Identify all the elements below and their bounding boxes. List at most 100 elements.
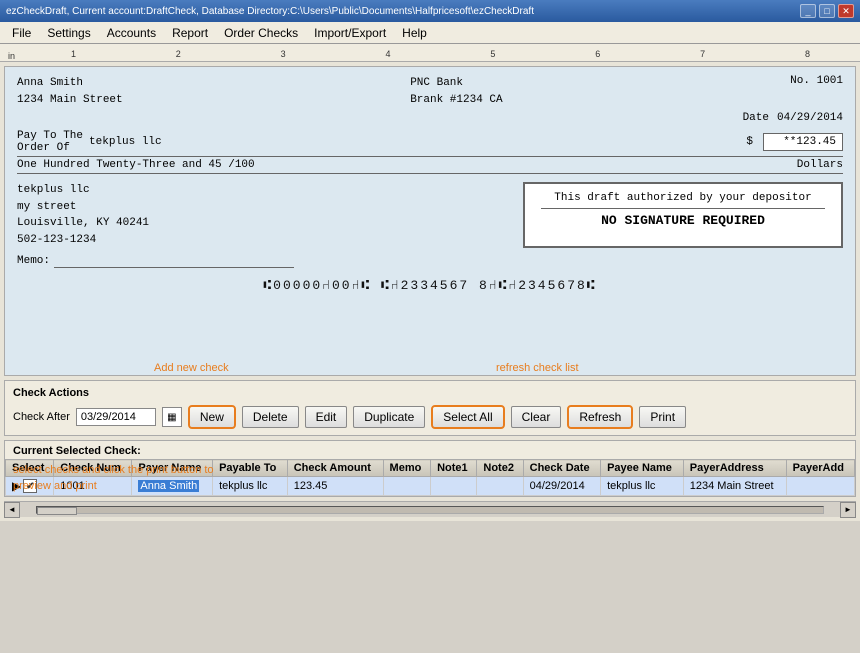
col-header-payee-name: Payee Name	[601, 460, 684, 477]
title-bar: ezCheckDraft, Current account:DraftCheck…	[0, 0, 860, 22]
ruler-mark-4: 4	[386, 49, 391, 59]
menu-accounts[interactable]: Accounts	[99, 24, 164, 42]
scrollbar-thumb[interactable]	[37, 507, 77, 515]
check-no-value: 1001	[817, 75, 843, 87]
date-label: Date	[743, 112, 769, 124]
horizontal-scrollbar[interactable]: ◄ ►	[4, 501, 856, 517]
row-check-amount: 123.45	[287, 477, 383, 496]
check-actions-wrapper: Add new check refresh check list Check A…	[4, 380, 856, 436]
memo-line	[54, 254, 294, 268]
ruler-mark-7: 7	[700, 49, 705, 59]
payee-name: tekplus llc	[89, 136, 740, 148]
menu-settings[interactable]: Settings	[39, 24, 98, 42]
check-after-label: Check After	[13, 411, 70, 423]
menu-bar: File Settings Accounts Report Order Chec…	[0, 22, 860, 44]
row-payer-add2	[786, 477, 854, 496]
check-middle-row: tekplus llc my street Louisville, KY 402…	[17, 182, 843, 248]
sender-name: Anna Smith	[17, 75, 123, 92]
bank-branch: Brank #1234 CA	[410, 92, 502, 109]
col-header-payer-add2: PayerAdd	[786, 460, 854, 477]
sender-address: 1234 Main Street	[17, 92, 123, 109]
check-bank: PNC Bank Brank #1234 CA	[410, 75, 502, 108]
nosig-line2: NO SIGNATURE REQUIRED	[541, 213, 825, 228]
calendar-button[interactable]: ▦	[162, 407, 182, 427]
ruler-mark-2: 2	[176, 49, 181, 59]
nosig-line1: This draft authorized by your depositor	[541, 192, 825, 204]
table-area: Current Selected Check: Select Check Num…	[4, 440, 856, 497]
ruler: in 1 2 3 4 5 6 7 8	[0, 44, 860, 62]
col-header-payable-to: Payable To	[213, 460, 288, 477]
minimize-button[interactable]: _	[800, 4, 816, 18]
payee-addr-city: Louisville, KY 40241	[17, 215, 149, 232]
row-note1	[431, 477, 477, 496]
clear-button[interactable]: Clear	[511, 406, 562, 428]
row-payer-address: 1234 Main Street	[683, 477, 786, 496]
bank-name: PNC Bank	[410, 75, 502, 92]
col-header-note2: Note2	[477, 460, 523, 477]
written-amount-text: One Hundred Twenty-Three and 45 /100	[17, 159, 255, 171]
window-title: ezCheckDraft, Current account:DraftCheck…	[6, 6, 534, 17]
check-preview: Anna Smith 1234 Main Street PNC Bank Bra…	[4, 66, 856, 376]
scroll-right-arrow[interactable]: ►	[840, 502, 856, 518]
row-payee-name: tekplus llc	[601, 477, 684, 496]
check-sender: Anna Smith 1234 Main Street	[17, 75, 123, 108]
check-actions-title: Check Actions	[13, 387, 847, 399]
col-header-check-amount: Check Amount	[287, 460, 383, 477]
scroll-left-arrow[interactable]: ◄	[4, 502, 20, 518]
close-button[interactable]: ✕	[838, 4, 854, 18]
ruler-unit-label: in	[8, 51, 15, 61]
col-header-payer-address: PayerAddress	[683, 460, 786, 477]
dollars-label: Dollars	[797, 159, 843, 171]
row-check-date: 04/29/2014	[523, 477, 600, 496]
no-label: No.	[790, 75, 810, 87]
no-signature-box: This draft authorized by your depositor …	[523, 182, 843, 248]
menu-file[interactable]: File	[4, 24, 39, 42]
check-actions: Check Actions Check After ▦ New Delete E…	[4, 380, 856, 436]
annotation-select-print: select checks and click the print button…	[13, 463, 214, 494]
check-number-section: No. 1001	[790, 75, 843, 108]
table-title: Current Selected Check:	[5, 441, 855, 459]
check-payto-row: Pay To TheOrder Of tekplus llc $ **123.4…	[17, 130, 843, 157]
new-button[interactable]: New	[188, 405, 236, 429]
ruler-mark-5: 5	[490, 49, 495, 59]
check-amount: **123.45	[763, 133, 843, 151]
check-after-input[interactable]	[76, 408, 156, 426]
row-payable-to: tekplus llc	[213, 477, 288, 496]
select-all-button[interactable]: Select All	[431, 405, 504, 429]
scrollbar-track[interactable]	[36, 506, 824, 514]
col-header-note1: Note1	[431, 460, 477, 477]
delete-button[interactable]: Delete	[242, 406, 299, 428]
memo-label: Memo:	[17, 255, 50, 267]
check-memo-row: Memo:	[17, 254, 843, 268]
maximize-button[interactable]: □	[819, 4, 835, 18]
menu-import-export[interactable]: Import/Export	[306, 24, 394, 42]
check-written-amount: One Hundred Twenty-Three and 45 /100 Dol…	[17, 159, 843, 174]
actions-row: Check After ▦ New Delete Edit Duplicate …	[13, 405, 847, 429]
check-date-row: Date 04/29/2014	[17, 112, 843, 124]
edit-button[interactable]: Edit	[305, 406, 348, 428]
main-area: Anna Smith 1234 Main Street PNC Bank Bra…	[0, 62, 860, 521]
menu-help[interactable]: Help	[394, 24, 435, 42]
print-button[interactable]: Print	[639, 406, 686, 428]
col-header-memo: Memo	[383, 460, 431, 477]
ruler-mark-6: 6	[595, 49, 600, 59]
check-date-value: 04/29/2014	[777, 112, 843, 124]
ruler-mark-8: 8	[805, 49, 810, 59]
payee-addr-street: my street	[17, 199, 149, 216]
row-memo	[383, 477, 431, 496]
payto-label: Pay To TheOrder Of	[17, 130, 83, 154]
menu-order-checks[interactable]: Order Checks	[216, 24, 306, 42]
payee-addr-name: tekplus llc	[17, 182, 149, 199]
menu-report[interactable]: Report	[164, 24, 216, 42]
check-micr: ⑆00000⑁00⑁⑆ ⑆⑁2334567 8⑁⑆⑁2345678⑆	[17, 278, 843, 293]
dollar-sign: $	[746, 136, 753, 148]
payee-addr-phone: 502-123-1234	[17, 232, 149, 249]
col-header-check-date: Check Date	[523, 460, 600, 477]
window-controls: _ □ ✕	[800, 4, 854, 18]
payee-address: tekplus llc my street Louisville, KY 402…	[17, 182, 149, 248]
ruler-mark-3: 3	[281, 49, 286, 59]
ruler-mark-1: 1	[71, 49, 76, 59]
duplicate-button[interactable]: Duplicate	[353, 406, 425, 428]
refresh-button[interactable]: Refresh	[567, 405, 633, 429]
row-note2	[477, 477, 523, 496]
